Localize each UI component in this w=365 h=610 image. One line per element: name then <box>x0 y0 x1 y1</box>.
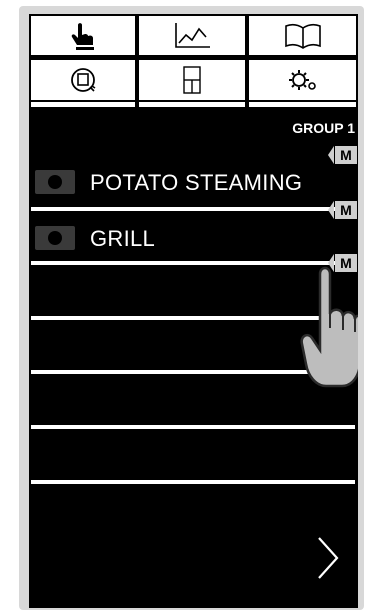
group-title: GROUP 1 <box>292 120 355 136</box>
chart-line-icon <box>175 22 210 48</box>
tab-underline <box>249 102 356 107</box>
row-divider <box>31 480 355 484</box>
chevron-right-icon[interactable] <box>313 534 343 582</box>
pointing-hand-icon <box>300 266 358 388</box>
tab-underline <box>139 102 245 107</box>
settings-tab[interactable] <box>249 60 356 100</box>
oven-levels-icon <box>183 66 201 94</box>
camera-icon <box>35 170 75 194</box>
hand-pointer-icon <box>71 22 94 50</box>
manual-badge: M <box>328 146 358 164</box>
settings-gears-icon <box>288 70 316 90</box>
program-row[interactable]: M GRILL <box>29 198 358 254</box>
recipe-book-tab[interactable] <box>249 16 356 55</box>
program-row[interactable]: M POTATO STEAMING <box>29 142 358 198</box>
program-row[interactable] <box>29 429 358 485</box>
cleaning-cycle-icon <box>71 68 96 92</box>
cleaning-tab[interactable] <box>31 60 135 100</box>
tab-underline <box>31 102 135 107</box>
camera-icon <box>35 226 75 250</box>
book-icon <box>284 23 321 49</box>
program-label: POTATO STEAMING <box>90 170 303 195</box>
manual-mode-tab[interactable] <box>31 16 135 55</box>
multi-level-tab[interactable] <box>139 60 245 100</box>
program-label: GRILL <box>90 226 156 251</box>
manual-badge: M <box>328 201 358 219</box>
automatic-mode-tab[interactable] <box>139 16 245 55</box>
touch-screen: GROUP 1 M POTATO STEAMING M GRILL M <box>29 14 358 608</box>
